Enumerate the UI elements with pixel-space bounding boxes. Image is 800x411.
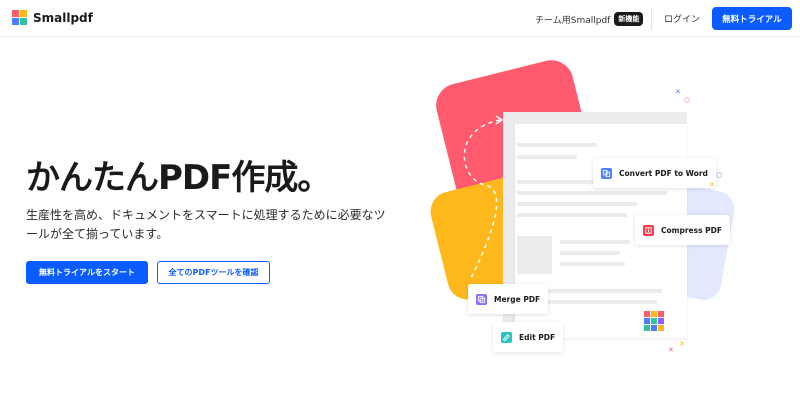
tool-label: Edit PDF	[519, 332, 556, 342]
login-link[interactable]: ログイン	[664, 12, 700, 25]
sparkle-icon: ✕	[679, 340, 685, 348]
top-navigation: Smallpdf チーム用Smallpdf 新機能 ログイン 無料トライアル	[0, 0, 800, 37]
tool-label: Merge PDF	[494, 294, 541, 304]
doc-text-line	[517, 213, 627, 217]
sparkle-icon: ✕	[675, 88, 681, 96]
view-all-tools-button[interactable]: 全てのPDFツールを確認	[157, 261, 270, 284]
merge-icon	[476, 293, 487, 305]
doc-image-placeholder	[517, 236, 552, 274]
sparkle-icon: ○	[716, 171, 723, 179]
doc-text-line	[517, 191, 667, 195]
sparkle-icon: ○	[684, 96, 691, 104]
compress-icon	[643, 224, 654, 236]
sparkle-icon: ✕	[709, 181, 715, 189]
free-trial-button[interactable]: 無料トライアル	[712, 7, 792, 30]
brand-name: Smallpdf	[33, 10, 93, 25]
doc-text-line	[560, 240, 630, 244]
doc-text-line	[517, 143, 597, 147]
doc-text-line	[560, 262, 625, 266]
start-free-trial-button[interactable]: 無料トライアルをスタート	[26, 261, 148, 284]
convert-pdf-to-word-tool[interactable]: Convert PDF to Word	[593, 158, 716, 188]
compress-pdf-tool[interactable]: Compress PDF	[635, 215, 731, 245]
team-label: チーム用Smallpdf	[535, 15, 611, 26]
header-divider	[651, 8, 652, 30]
smallpdf-logo[interactable]: Smallpdf	[12, 10, 93, 25]
sparkle-icon: ✕	[668, 346, 674, 354]
doc-text-line	[560, 251, 620, 255]
merge-pdf-tool[interactable]: Merge PDF	[468, 284, 549, 314]
doc-text-line	[517, 155, 577, 159]
tool-label: Convert PDF to Word	[619, 168, 708, 178]
hero-subtitle: 生産性を高め、ドキュメントをスマートに処理するために必要なツールが全て揃っていま…	[26, 208, 386, 241]
hero-title: かんたんPDF作成。	[26, 158, 331, 198]
doc-text-line	[517, 202, 637, 206]
team-link[interactable]: チーム用Smallpdf 新機能	[535, 12, 644, 26]
edit-icon	[501, 331, 512, 343]
edit-pdf-tool[interactable]: Edit PDF	[493, 322, 564, 352]
smallpdf-grid-icon	[644, 311, 664, 331]
new-feature-badge: 新機能	[614, 12, 644, 26]
logo-icon	[12, 10, 27, 25]
tool-label: Compress PDF	[661, 225, 723, 235]
convert-icon	[601, 167, 612, 179]
